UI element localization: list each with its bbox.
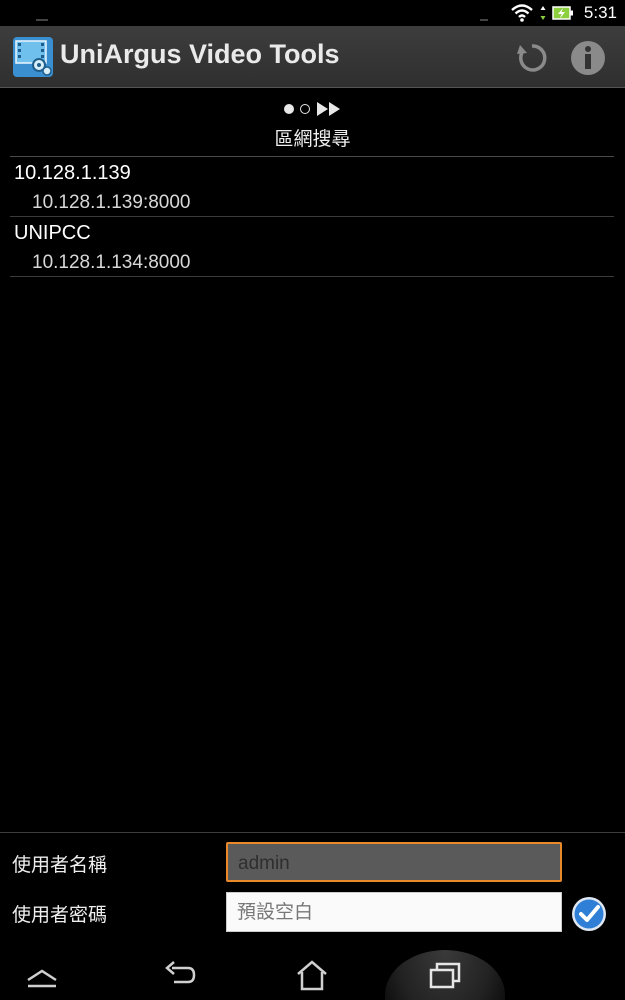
device-name: UNIPCC [14,222,91,244]
info-icon[interactable] [568,38,608,78]
device-list-item[interactable]: UNIPCC 10.128.1.134:8000 [10,217,614,277]
list-divider [10,276,614,277]
refresh-icon[interactable] [512,38,552,78]
app-title: UniArgus Video Tools [60,39,340,69]
page-indicator [0,99,625,119]
device-list-item[interactable]: 10.128.1.139 10.128.1.139:8000 [10,157,614,217]
fast-forward-icon[interactable] [316,101,342,117]
back-icon[interactable] [160,958,200,992]
password-input[interactable]: 預設空白 [226,892,562,932]
app-logo-icon[interactable] [12,36,54,78]
device-address: 10.128.1.134:8000 [32,252,191,273]
page-dot-inactive[interactable] [299,104,310,114]
page-title: 區網搜尋 [274,128,351,150]
signal-arrows-icon [540,6,546,20]
page-dot-active[interactable] [283,104,294,114]
password-label: 使用者密碼 [12,904,108,926]
navigation-bar [0,950,625,1000]
form-divider [0,832,625,833]
action-bar: UniArgus Video Tools [0,26,625,88]
username-input[interactable]: admin [226,842,562,882]
device-address: 10.128.1.139:8000 [32,192,191,213]
home-icon[interactable] [292,958,332,992]
device-name: 10.128.1.139 [14,162,131,184]
username-label: 使用者名稱 [12,854,108,876]
status-bar: 5:31 [0,0,625,26]
status-notch-right [480,19,488,21]
status-notch-left [36,19,48,21]
recent-apps-icon[interactable] [425,958,465,992]
battery-charging-icon [552,6,573,20]
clock: 5:31 [583,3,617,22]
wifi-icon [511,4,533,22]
up-chevron-icon[interactable] [22,958,62,992]
confirm-check-icon[interactable] [571,896,607,932]
